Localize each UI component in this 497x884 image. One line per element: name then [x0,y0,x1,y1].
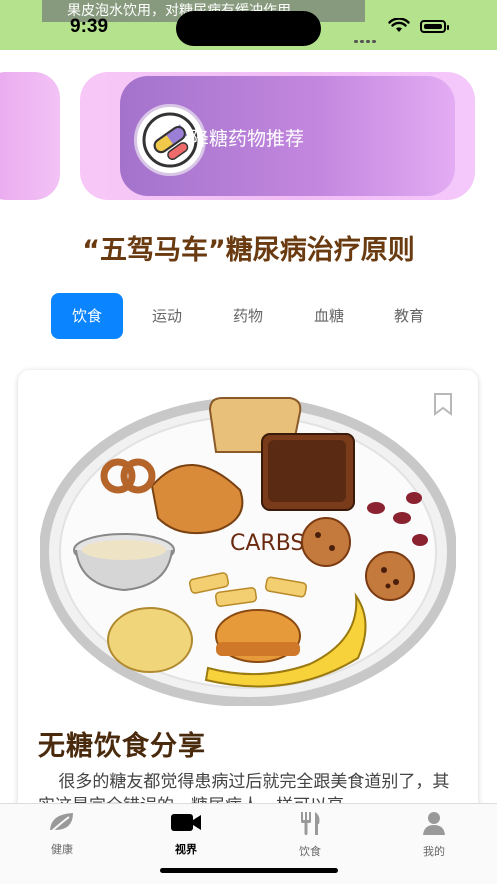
tab-blood-sugar[interactable]: 血糖 [293,293,365,339]
banner-previous-slide[interactable] [0,72,60,200]
battery-icon [420,20,449,33]
tab-diet[interactable]: 饮食 [51,293,123,339]
page-title: “五驾马车”糖尿病治疗原则 [82,235,415,266]
carbs-plate-image: CARBS [40,397,456,706]
tab-education[interactable]: 教育 [373,293,445,339]
tabbar-item-health[interactable]: 健康 [22,810,102,857]
tabbar-label-health: 健康 [51,843,73,856]
banner-text: 降糖药物推荐 [190,128,305,150]
tabbar-item-vision[interactable]: 视界 [146,810,226,857]
person-icon [423,812,445,835]
tabbar-label-vision: 视界 [175,843,197,856]
fork-knife-icon [301,812,320,835]
card-title: 无糖饮食分享 [38,731,206,762]
tab-medicine[interactable]: 药物 [212,293,284,339]
wifi-icon [388,18,410,32]
tabbar-label-profile: 我的 [423,845,445,858]
bookmark-icon[interactable] [432,392,454,416]
home-indicator [160,868,338,873]
video-camera-icon [171,814,201,831]
tabbar-label-diet: 饮食 [299,845,321,858]
tab-exercise[interactable]: 运动 [131,293,203,339]
article-card[interactable]: CARBS 无糖饮食分享 很多的糖友都觉得患病过后就完全跟美食道别了，其实这是完… [18,370,478,870]
status-bar: 果皮泡水饮用，对糖尿病有缓冲作用。 9:39 [0,0,497,50]
carbs-label: CARBS [230,531,304,556]
tabbar-item-diet[interactable]: 饮食 [270,810,350,859]
cellular-signal-icon [354,28,378,47]
tabbar-item-profile[interactable]: 我的 [394,810,474,859]
status-time: 9:39 [70,16,109,37]
leaf-icon [50,813,73,832]
dynamic-island [176,11,321,46]
